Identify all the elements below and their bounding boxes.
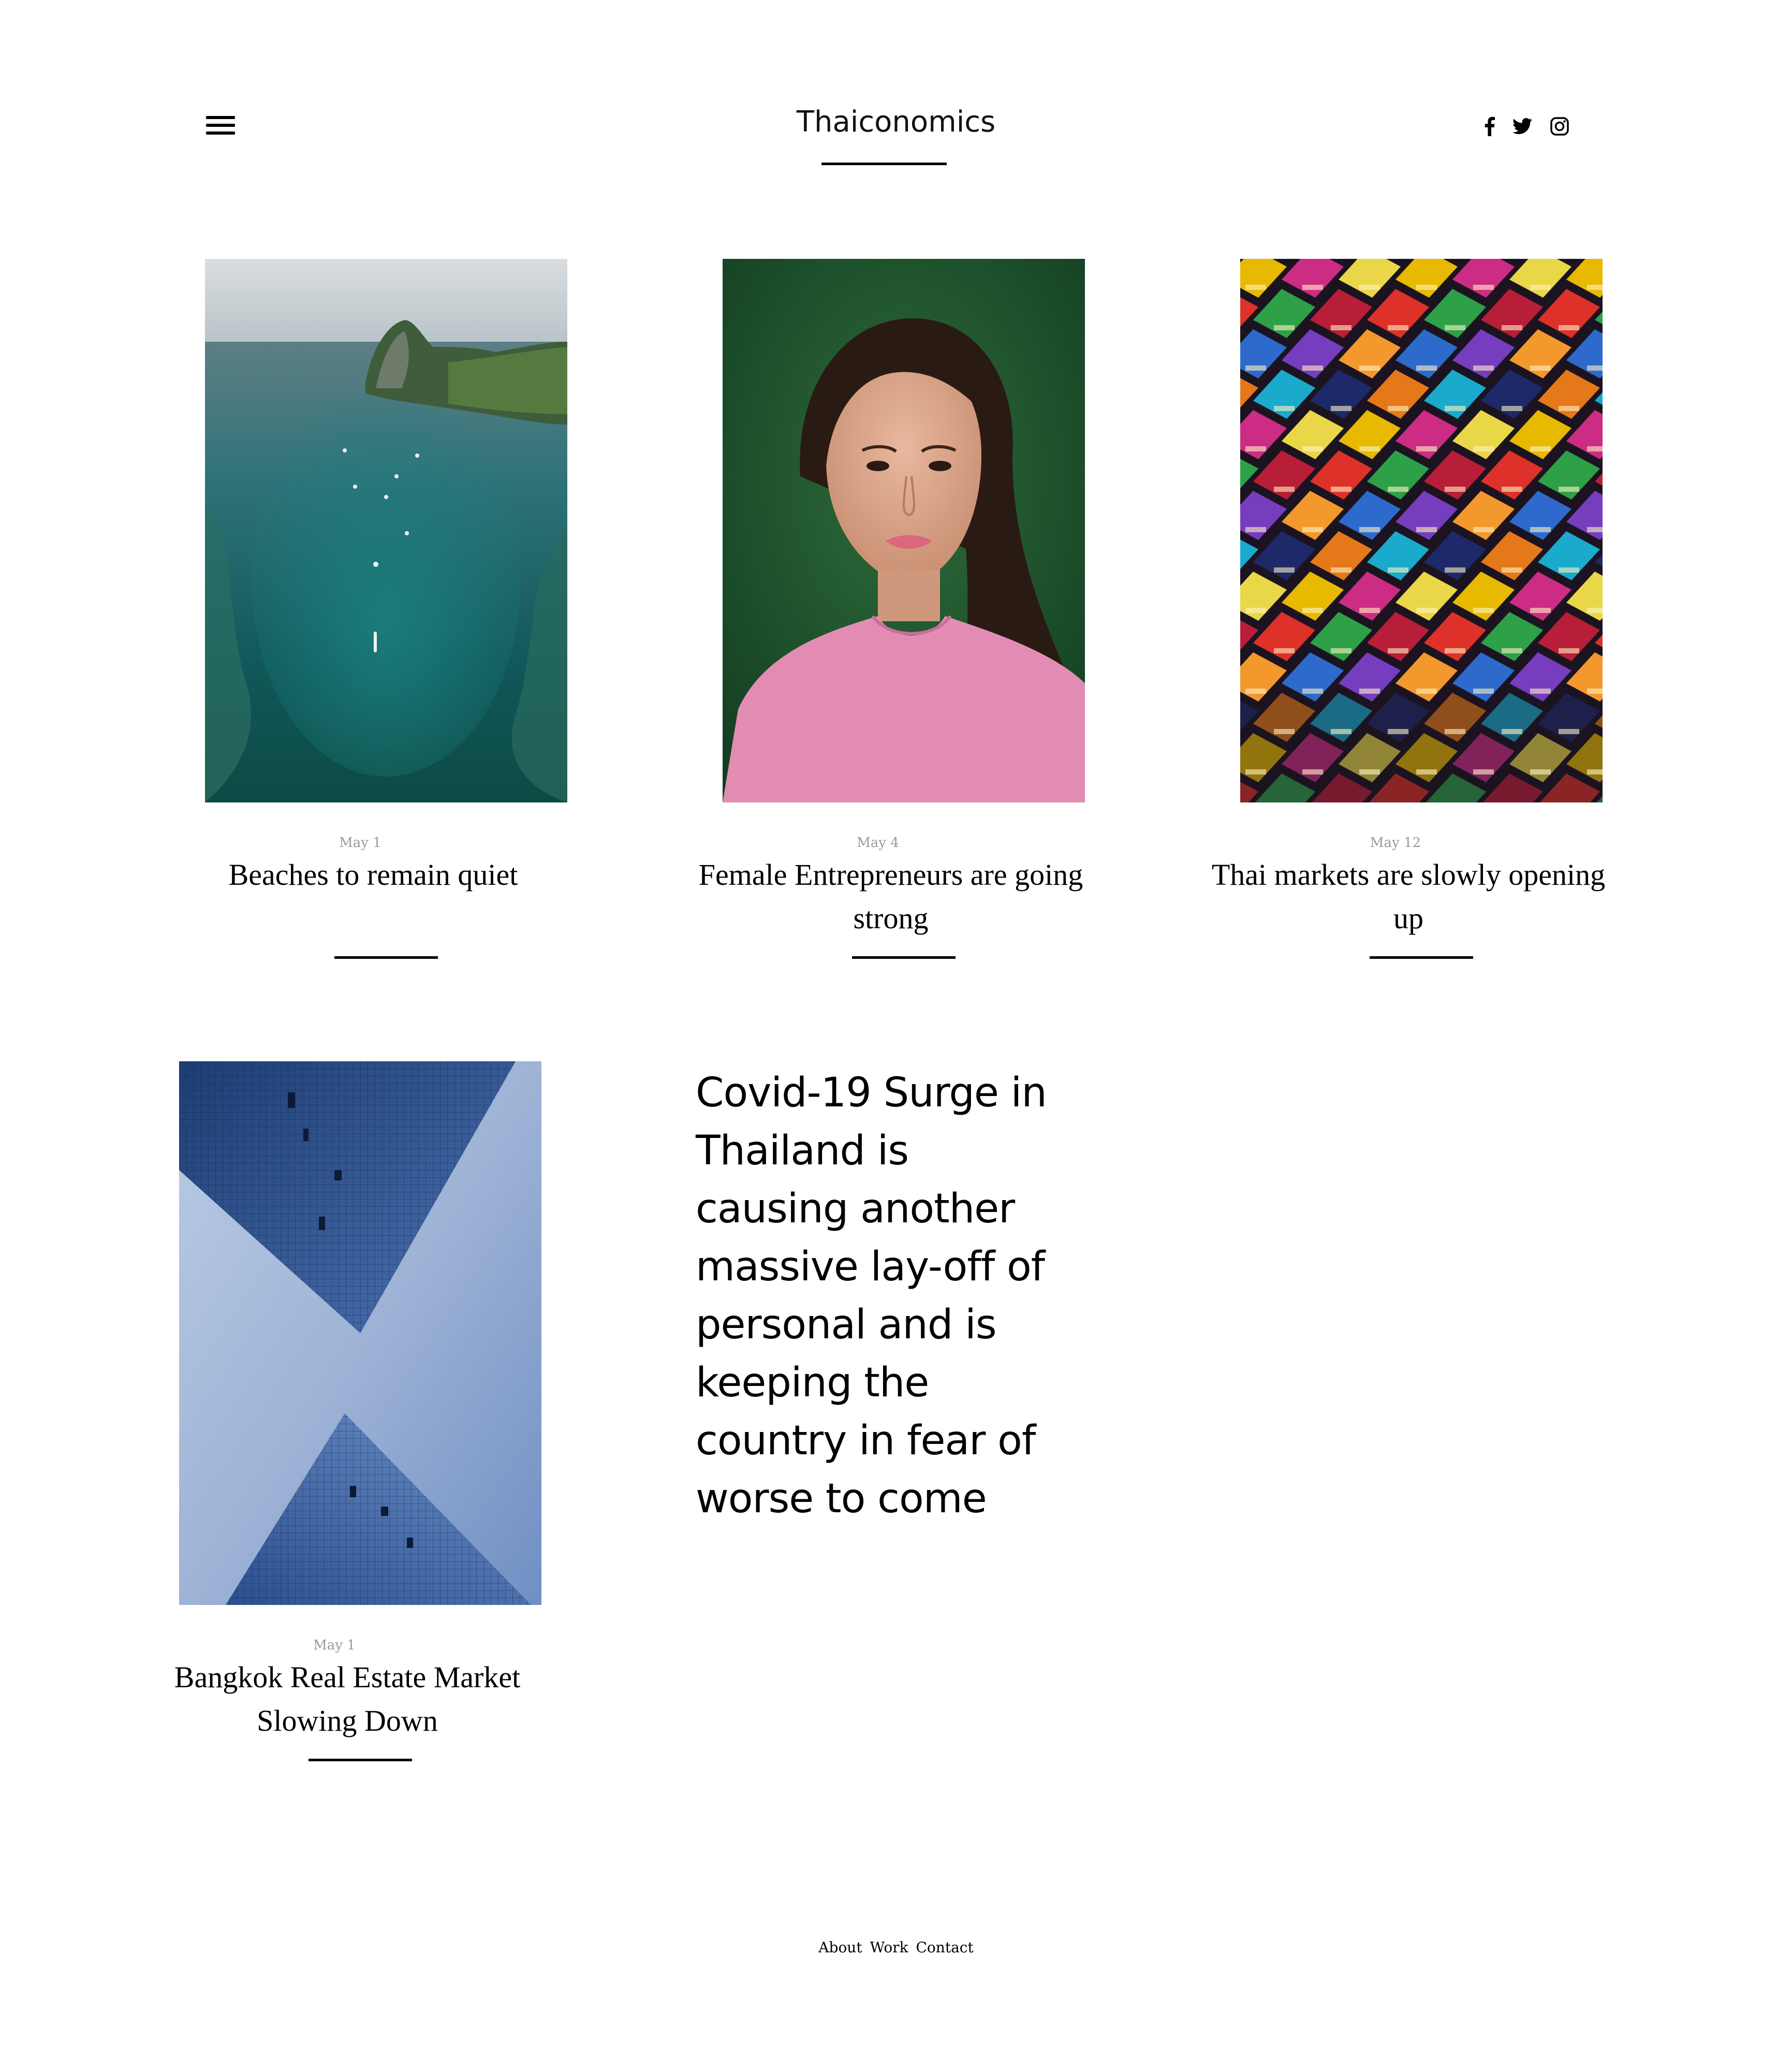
article-title[interactable]: Thai markets are slowly opening up bbox=[1212, 853, 1628, 940]
article-divider bbox=[334, 956, 438, 959]
article-title[interactable]: Bangkok Real Estate Market Slowing Down bbox=[153, 1656, 567, 1743]
article-date: May 12 bbox=[1370, 835, 1421, 851]
article-card[interactable]: May 1 Bangkok Real Estate Market Slowing… bbox=[174, 1061, 541, 1761]
article-divider bbox=[852, 956, 956, 959]
article-card[interactable]: May 4 Female Entrepreneurs are going str… bbox=[699, 259, 1085, 959]
article-divider bbox=[309, 1759, 412, 1761]
menu-bar bbox=[206, 132, 235, 135]
twitter-icon[interactable] bbox=[1509, 113, 1535, 140]
menu-bar bbox=[206, 116, 235, 119]
title-underline bbox=[821, 163, 947, 165]
footer-link-work[interactable]: Work bbox=[870, 1939, 908, 1956]
woman-portrait-photo[interactable] bbox=[723, 259, 1085, 802]
instagram-icon[interactable] bbox=[1547, 113, 1573, 140]
skyscrapers-photo[interactable] bbox=[179, 1061, 541, 1605]
footer-link-contact[interactable]: Contact bbox=[916, 1939, 974, 1956]
hamburger-menu-icon[interactable] bbox=[206, 115, 237, 136]
night-market-tents-photo[interactable] bbox=[1240, 259, 1603, 802]
facebook-icon[interactable] bbox=[1479, 113, 1500, 140]
article-date: May 1 bbox=[339, 835, 381, 851]
article-card[interactable]: May 12 Thai markets are slowly opening u… bbox=[1212, 259, 1605, 959]
article-title[interactable]: Female Entrepreneurs are going strong bbox=[697, 853, 1111, 940]
article-divider bbox=[1370, 956, 1473, 959]
site-title[interactable]: Thaiconomics bbox=[741, 101, 1051, 143]
footer-nav: About Work Contact bbox=[776, 1937, 1016, 1958]
article-title[interactable]: Beaches to remain quiet bbox=[179, 853, 593, 897]
menu-bar bbox=[206, 124, 235, 127]
tropical-bay-aerial-photo[interactable] bbox=[205, 259, 567, 802]
article-date: May 1 bbox=[313, 1638, 356, 1653]
feature-headline[interactable]: Covid-19 Surge in Thailand is causing an… bbox=[696, 1064, 1068, 1528]
article-date: May 4 bbox=[857, 835, 899, 851]
footer-link-about[interactable]: About bbox=[818, 1939, 862, 1956]
article-card[interactable]: May 1 Beaches to remain quiet bbox=[205, 259, 567, 959]
